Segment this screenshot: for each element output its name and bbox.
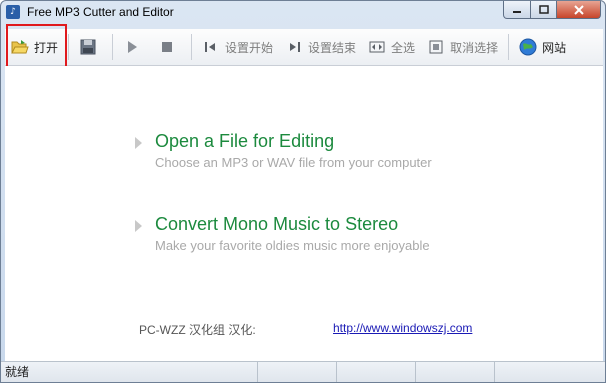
maximize-button[interactable]	[531, 1, 557, 19]
stop-icon	[158, 38, 176, 56]
close-button[interactable]	[557, 1, 601, 19]
select-all-label: 全选	[391, 40, 416, 55]
toolbar-separator	[191, 34, 193, 60]
toolbar: 打开 设置开始 设置结束 全选 取消选择 网站	[5, 29, 603, 66]
select-all-button[interactable]: 全选	[362, 33, 421, 61]
status-bar: 就绪	[1, 361, 605, 382]
credits-text: PC-WZZ 汉化组 汉化:	[139, 323, 256, 337]
set-end-icon	[285, 38, 303, 56]
deselect-button[interactable]: 取消选择	[421, 33, 504, 61]
close-icon	[573, 4, 584, 15]
maximize-icon	[538, 5, 549, 14]
minimize-button[interactable]	[503, 1, 531, 19]
stop-button[interactable]	[152, 33, 187, 61]
main-panel: Open a File for Editing Choose an MP3 or…	[5, 66, 603, 361]
chevron-right-icon	[135, 137, 142, 149]
task-title[interactable]: Open a File for Editing	[155, 131, 334, 152]
task-subtitle: Make your favorite oldies music more enj…	[155, 238, 430, 253]
website-label: 网站	[542, 40, 567, 55]
set-start-label: 设置开始	[225, 40, 274, 55]
status-pane	[258, 362, 337, 382]
task-title[interactable]: Convert Mono Music to Stereo	[155, 214, 398, 235]
deselect-label: 取消选择	[450, 40, 499, 55]
set-end-button[interactable]: 设置结束	[279, 33, 362, 61]
set-start-button[interactable]: 设置开始	[196, 33, 279, 61]
app-window: ♪ Free MP3 Cutter and Editor 打开 设置开始 设置结…	[0, 0, 606, 383]
play-icon	[123, 38, 141, 56]
set-start-icon	[202, 38, 220, 56]
website-link[interactable]: http://www.windowszj.com	[333, 321, 472, 335]
play-button[interactable]	[117, 33, 152, 61]
select-all-icon	[368, 38, 386, 56]
save-icon	[79, 38, 97, 56]
globe-icon	[519, 38, 537, 56]
window-controls	[503, 1, 601, 19]
minimize-icon	[513, 10, 521, 13]
status-pane	[416, 362, 495, 382]
title-bar[interactable]: ♪ Free MP3 Cutter and Editor	[1, 1, 605, 25]
status-pane	[495, 362, 573, 382]
save-button[interactable]	[73, 33, 108, 61]
window-title: Free MP3 Cutter and Editor	[27, 5, 174, 19]
status-text: 就绪	[1, 362, 258, 382]
status-pane	[337, 362, 416, 382]
task-subtitle: Choose an MP3 or WAV file from your comp…	[155, 155, 432, 170]
chevron-right-icon	[135, 220, 142, 232]
toolbar-separator	[68, 34, 70, 60]
toolbar-separator	[112, 34, 114, 60]
toolbar-separator	[508, 34, 510, 60]
deselect-icon	[427, 38, 445, 56]
app-icon: ♪	[6, 5, 20, 19]
website-button[interactable]: 网站	[513, 33, 572, 61]
set-end-label: 设置结束	[308, 40, 357, 55]
